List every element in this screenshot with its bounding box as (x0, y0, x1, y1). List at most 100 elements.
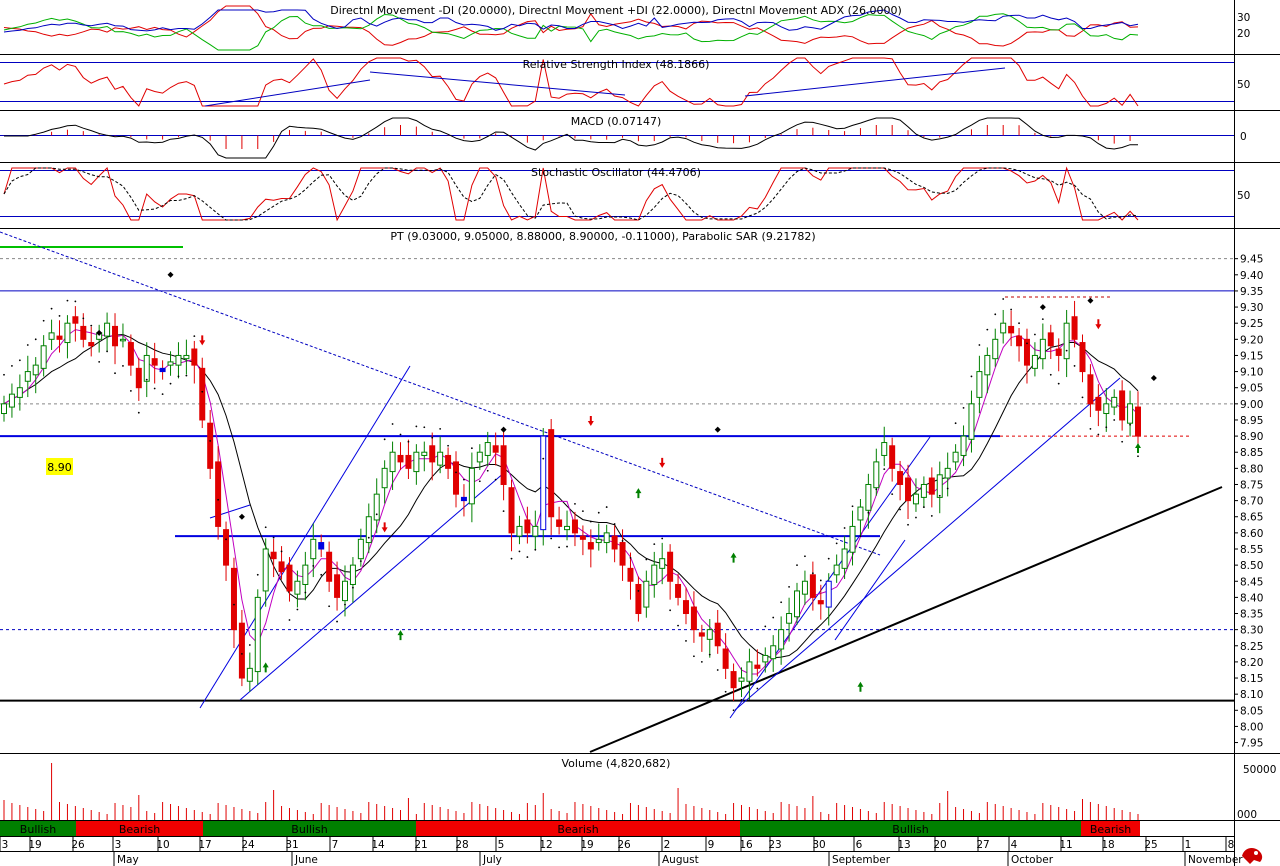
price-tick-label: 9.00 (1240, 399, 1263, 411)
sar-dot (1121, 440, 1124, 443)
price-tick-label: 8.25 (1240, 641, 1263, 653)
price-tick-label: 8.35 (1240, 609, 1263, 621)
candle-body (318, 542, 325, 550)
candle-body (738, 677, 745, 682)
sar-dot (439, 427, 442, 430)
sar-dot (1089, 427, 1092, 430)
candle-body (706, 629, 713, 640)
sell-arrow (659, 457, 666, 468)
candle-body (587, 542, 594, 550)
candle-body (1079, 342, 1086, 373)
candle-body (389, 451, 396, 473)
candle-body (112, 325, 119, 347)
sar-dot (693, 655, 695, 658)
sar-dot (986, 328, 989, 331)
candle-body (302, 564, 309, 585)
sar-dot (1073, 365, 1076, 367)
candle-body (603, 532, 610, 544)
candle-body (215, 461, 222, 527)
sar-dot (764, 625, 767, 628)
candle-body (468, 467, 475, 505)
sar-dot (129, 390, 132, 392)
candle-body (1016, 335, 1023, 347)
candle-body (508, 487, 515, 534)
sar-dot (629, 556, 632, 559)
candle-body (809, 574, 816, 598)
candle-body (1103, 403, 1110, 415)
sar-dot (1081, 396, 1084, 399)
candle-body (1087, 374, 1094, 405)
candle-body (730, 671, 737, 689)
candle-body (778, 629, 785, 650)
candle-body (72, 316, 79, 324)
candle-body (643, 580, 650, 608)
month-label: October (1011, 854, 1054, 866)
trend-band-label: Bearish (119, 823, 160, 836)
sar-dot (502, 510, 505, 512)
month-label: August (662, 854, 699, 866)
candle-body (992, 338, 999, 360)
candle-body (976, 371, 983, 398)
date-label: 10 (156, 839, 169, 851)
buy-arrow (635, 488, 642, 499)
sar-dot (431, 436, 434, 439)
sar-dot (161, 393, 164, 396)
candle-body (714, 622, 721, 647)
price-tick-label: 8.20 (1240, 657, 1263, 669)
candle-body (881, 442, 888, 456)
sar-dot (98, 361, 101, 363)
sar-dot (193, 335, 196, 337)
sar-dot (399, 433, 402, 436)
sar-dot (581, 510, 584, 512)
candle-body (1008, 325, 1015, 334)
dmi-title: Directnl Movement -DI (20.0000), Directn… (330, 4, 902, 17)
date-label: 7 (332, 839, 339, 851)
sar-dot (423, 426, 426, 429)
sar-dot (185, 374, 188, 377)
candle-body (365, 516, 372, 544)
date-label: 12 (539, 839, 552, 851)
date-label: 26 (71, 839, 85, 851)
candle-body (905, 477, 912, 502)
price-tick-label: 8.45 (1240, 576, 1263, 588)
sar-diamond (238, 513, 245, 520)
price-tick-label: 8.10 (1240, 689, 1263, 701)
sar-dot (962, 406, 965, 409)
candle-body (349, 564, 356, 585)
date-label: 31 (285, 839, 298, 851)
price-tick-label: 8.00 (1240, 721, 1263, 733)
buy-arrow (730, 552, 737, 563)
volume-tick-000: 000 (1237, 809, 1257, 821)
sar-dot (82, 317, 85, 320)
candle-body (825, 580, 832, 608)
sar-dot (486, 469, 489, 472)
dmi-panel: Directnl Movement -DI (20.0000), Directn… (3, 4, 1250, 51)
candle-body (64, 322, 71, 344)
candle-body (786, 613, 793, 624)
date-label: 25 (1144, 839, 1157, 851)
sar-dot (42, 319, 45, 322)
candle-body (873, 461, 880, 489)
volume-title: Volume (4,820,682) (562, 757, 671, 770)
sar-dot (883, 468, 886, 471)
candlesticks (1, 300, 1141, 701)
sar-diamond (1087, 297, 1094, 304)
price-trendlines (0, 231, 1223, 753)
sar-dot (819, 579, 822, 582)
sar-dot (58, 315, 61, 317)
candle-body (484, 442, 491, 456)
date-label: 17 (198, 839, 211, 851)
sar-dot (724, 690, 727, 693)
candle-body (667, 551, 674, 582)
sar-dot (383, 438, 386, 441)
candle-body (1055, 348, 1062, 356)
candle-body (579, 535, 586, 540)
sar-dot (891, 493, 894, 496)
candle-body (564, 525, 571, 531)
candle-body (429, 445, 436, 463)
date-label: 1 (1185, 839, 1192, 851)
sar-diamond (167, 271, 174, 278)
candle-body (865, 483, 872, 511)
date-label: 2 (664, 839, 671, 851)
stock-chart: Directnl Movement -DI (20.0000), Directn… (0, 0, 1280, 866)
